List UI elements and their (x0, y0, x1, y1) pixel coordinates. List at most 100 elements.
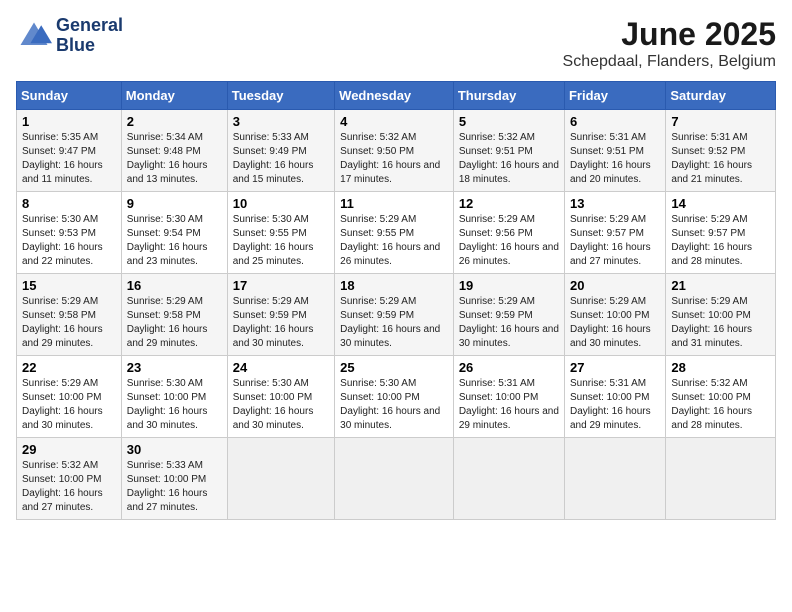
calendar-cell: 25 Sunrise: 5:30 AMSunset: 10:00 PMDayli… (335, 356, 454, 438)
day-info: Sunrise: 5:29 AMSunset: 9:59 PMDaylight:… (233, 295, 329, 351)
calendar-cell: 16 Sunrise: 5:29 AMSunset: 9:58 PMDaylig… (121, 274, 227, 356)
calendar-week-row: 15 Sunrise: 5:29 AMSunset: 9:58 PMDaylig… (17, 274, 776, 356)
calendar-cell: 9 Sunrise: 5:30 AMSunset: 9:54 PMDayligh… (121, 192, 227, 274)
calendar-week-row: 29 Sunrise: 5:32 AMSunset: 10:00 PMDayli… (17, 438, 776, 520)
calendar-cell: 28 Sunrise: 5:32 AMSunset: 10:00 PMDayli… (666, 356, 776, 438)
calendar-cell: 4 Sunrise: 5:32 AMSunset: 9:50 PMDayligh… (335, 110, 454, 192)
calendar-week-row: 22 Sunrise: 5:29 AMSunset: 10:00 PMDayli… (17, 356, 776, 438)
calendar-cell: 30 Sunrise: 5:33 AMSunset: 10:00 PMDayli… (121, 438, 227, 520)
day-info: Sunrise: 5:29 AMSunset: 9:56 PMDaylight:… (459, 213, 559, 269)
day-info: Sunrise: 5:29 AMSunset: 9:57 PMDaylight:… (671, 213, 770, 269)
header-monday: Monday (121, 82, 227, 110)
calendar-header: Sunday Monday Tuesday Wednesday Thursday… (17, 82, 776, 110)
day-number: 8 (22, 196, 116, 211)
day-number: 11 (340, 196, 448, 211)
calendar-cell: 6 Sunrise: 5:31 AMSunset: 9:51 PMDayligh… (564, 110, 665, 192)
day-number: 20 (570, 278, 660, 293)
day-number: 26 (459, 360, 559, 375)
day-number: 23 (127, 360, 222, 375)
header-thursday: Thursday (453, 82, 564, 110)
day-info: Sunrise: 5:29 AMSunset: 9:55 PMDaylight:… (340, 213, 448, 269)
day-info: Sunrise: 5:29 AMSunset: 9:57 PMDaylight:… (570, 213, 660, 269)
calendar-table: Sunday Monday Tuesday Wednesday Thursday… (16, 81, 776, 520)
day-number: 7 (671, 114, 770, 129)
day-number: 28 (671, 360, 770, 375)
day-number: 14 (671, 196, 770, 211)
calendar-cell: 18 Sunrise: 5:29 AMSunset: 9:59 PMDaylig… (335, 274, 454, 356)
calendar-cell: 1 Sunrise: 5:35 AMSunset: 9:47 PMDayligh… (17, 110, 122, 192)
calendar-cell (227, 438, 334, 520)
calendar-cell: 15 Sunrise: 5:29 AMSunset: 9:58 PMDaylig… (17, 274, 122, 356)
day-info: Sunrise: 5:35 AMSunset: 9:47 PMDaylight:… (22, 131, 116, 187)
calendar-cell: 8 Sunrise: 5:30 AMSunset: 9:53 PMDayligh… (17, 192, 122, 274)
day-number: 19 (459, 278, 559, 293)
day-info: Sunrise: 5:32 AMSunset: 9:51 PMDaylight:… (459, 131, 559, 187)
day-info: Sunrise: 5:31 AMSunset: 9:51 PMDaylight:… (570, 131, 660, 187)
month-title: June 2025 (563, 16, 776, 53)
day-number: 15 (22, 278, 116, 293)
calendar-cell (564, 438, 665, 520)
calendar-week-row: 1 Sunrise: 5:35 AMSunset: 9:47 PMDayligh… (17, 110, 776, 192)
day-info: Sunrise: 5:29 AMSunset: 10:00 PMDaylight… (671, 295, 770, 351)
day-info: Sunrise: 5:30 AMSunset: 10:00 PMDaylight… (127, 377, 222, 433)
day-info: Sunrise: 5:32 AMSunset: 10:00 PMDaylight… (671, 377, 770, 433)
header-sunday: Sunday (17, 82, 122, 110)
day-number: 1 (22, 114, 116, 129)
day-number: 16 (127, 278, 222, 293)
day-info: Sunrise: 5:34 AMSunset: 9:48 PMDaylight:… (127, 131, 222, 187)
day-info: Sunrise: 5:32 AMSunset: 10:00 PMDaylight… (22, 459, 116, 515)
calendar-cell: 2 Sunrise: 5:34 AMSunset: 9:48 PMDayligh… (121, 110, 227, 192)
calendar-cell: 27 Sunrise: 5:31 AMSunset: 10:00 PMDayli… (564, 356, 665, 438)
day-number: 17 (233, 278, 329, 293)
calendar-cell: 5 Sunrise: 5:32 AMSunset: 9:51 PMDayligh… (453, 110, 564, 192)
logo-icon (16, 18, 52, 54)
day-info: Sunrise: 5:29 AMSunset: 9:59 PMDaylight:… (340, 295, 448, 351)
calendar-cell (666, 438, 776, 520)
title-section: June 2025 Schepdaal, Flanders, Belgium (563, 16, 776, 71)
day-info: Sunrise: 5:30 AMSunset: 10:00 PMDaylight… (340, 377, 448, 433)
day-info: Sunrise: 5:29 AMSunset: 9:58 PMDaylight:… (127, 295, 222, 351)
day-number: 2 (127, 114, 222, 129)
day-number: 21 (671, 278, 770, 293)
calendar-cell: 24 Sunrise: 5:30 AMSunset: 10:00 PMDayli… (227, 356, 334, 438)
day-number: 10 (233, 196, 329, 211)
logo: General Blue (16, 16, 123, 56)
calendar-week-row: 8 Sunrise: 5:30 AMSunset: 9:53 PMDayligh… (17, 192, 776, 274)
day-info: Sunrise: 5:30 AMSunset: 9:53 PMDaylight:… (22, 213, 116, 269)
header-friday: Friday (564, 82, 665, 110)
day-info: Sunrise: 5:33 AMSunset: 9:49 PMDaylight:… (233, 131, 329, 187)
day-info: Sunrise: 5:29 AMSunset: 10:00 PMDaylight… (22, 377, 116, 433)
calendar-cell: 17 Sunrise: 5:29 AMSunset: 9:59 PMDaylig… (227, 274, 334, 356)
calendar-cell: 22 Sunrise: 5:29 AMSunset: 10:00 PMDayli… (17, 356, 122, 438)
day-number: 27 (570, 360, 660, 375)
logo-text: General Blue (56, 16, 123, 56)
calendar-cell (335, 438, 454, 520)
calendar-cell: 7 Sunrise: 5:31 AMSunset: 9:52 PMDayligh… (666, 110, 776, 192)
day-info: Sunrise: 5:30 AMSunset: 9:54 PMDaylight:… (127, 213, 222, 269)
day-info: Sunrise: 5:31 AMSunset: 10:00 PMDaylight… (570, 377, 660, 433)
header-tuesday: Tuesday (227, 82, 334, 110)
day-number: 25 (340, 360, 448, 375)
calendar-cell: 23 Sunrise: 5:30 AMSunset: 10:00 PMDayli… (121, 356, 227, 438)
header-wednesday: Wednesday (335, 82, 454, 110)
day-info: Sunrise: 5:29 AMSunset: 10:00 PMDaylight… (570, 295, 660, 351)
day-info: Sunrise: 5:32 AMSunset: 9:50 PMDaylight:… (340, 131, 448, 187)
day-info: Sunrise: 5:30 AMSunset: 9:55 PMDaylight:… (233, 213, 329, 269)
day-number: 24 (233, 360, 329, 375)
day-info: Sunrise: 5:33 AMSunset: 10:00 PMDaylight… (127, 459, 222, 515)
calendar-cell: 20 Sunrise: 5:29 AMSunset: 10:00 PMDayli… (564, 274, 665, 356)
calendar-cell: 13 Sunrise: 5:29 AMSunset: 9:57 PMDaylig… (564, 192, 665, 274)
day-info: Sunrise: 5:31 AMSunset: 9:52 PMDaylight:… (671, 131, 770, 187)
header-row: Sunday Monday Tuesday Wednesday Thursday… (17, 82, 776, 110)
page-header: General Blue June 2025 Schepdaal, Flande… (16, 16, 776, 71)
day-number: 6 (570, 114, 660, 129)
calendar-cell: 21 Sunrise: 5:29 AMSunset: 10:00 PMDayli… (666, 274, 776, 356)
calendar-cell: 19 Sunrise: 5:29 AMSunset: 9:59 PMDaylig… (453, 274, 564, 356)
day-number: 13 (570, 196, 660, 211)
day-number: 18 (340, 278, 448, 293)
day-number: 12 (459, 196, 559, 211)
day-number: 3 (233, 114, 329, 129)
day-number: 5 (459, 114, 559, 129)
header-saturday: Saturday (666, 82, 776, 110)
calendar-cell: 11 Sunrise: 5:29 AMSunset: 9:55 PMDaylig… (335, 192, 454, 274)
